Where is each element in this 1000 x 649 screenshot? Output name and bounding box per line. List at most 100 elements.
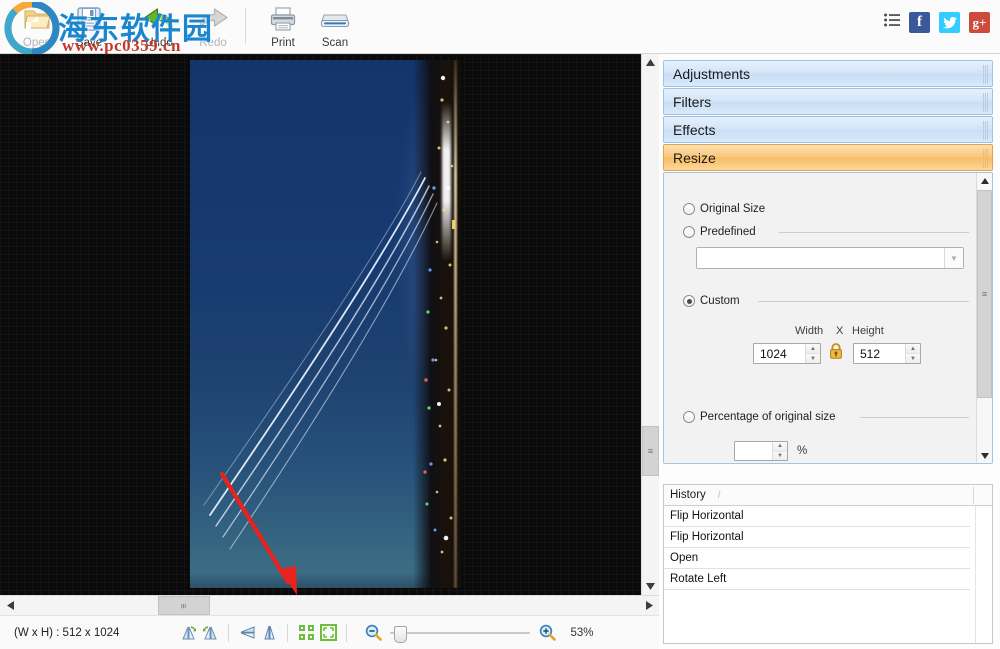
hscroll-grip-icon: ≡: [178, 602, 189, 609]
main-toolbar: Open Save Undo Redo Print Scan f g+ 海东软件…: [0, 0, 1000, 55]
percentage-input[interactable]: [735, 442, 772, 460]
x-separator-label: X: [836, 325, 844, 337]
custom-radio[interactable]: [683, 295, 695, 307]
predefined-option[interactable]: Predefined: [683, 226, 756, 238]
width-decrement-button[interactable]: ▼: [806, 354, 820, 363]
original-size-option[interactable]: Original Size: [683, 203, 765, 215]
image-editor-window: Open Save Undo Redo Print Scan f g+ 海东软件…: [0, 0, 1000, 649]
scanner-icon: [319, 2, 351, 36]
zoom-in-icon[interactable]: [536, 622, 558, 644]
folder-open-icon: [22, 2, 52, 36]
custom-option[interactable]: Custom: [683, 295, 740, 307]
redo-arrow-icon: [196, 2, 230, 36]
custom-label: Custom: [700, 295, 740, 307]
height-spinner[interactable]: ▲ ▼: [853, 343, 921, 364]
custom-group-rule: [758, 301, 969, 302]
save-button[interactable]: Save: [58, 2, 120, 52]
height-decrement-button[interactable]: ▼: [906, 354, 920, 363]
width-label: Width: [795, 325, 824, 337]
percentage-option[interactable]: Percentage of original size: [683, 411, 836, 423]
googleplus-icon[interactable]: g+: [969, 12, 990, 33]
zoom-slider-thumb[interactable]: [394, 625, 408, 643]
predefined-dropdown[interactable]: ▼: [696, 247, 964, 269]
image-canvas[interactable]: [0, 54, 641, 595]
history-column-divider: [973, 487, 974, 504]
flip-vertical-icon[interactable]: [236, 622, 258, 644]
zoom-slider[interactable]: [390, 625, 531, 643]
history-item[interactable]: Rotate Left: [664, 569, 970, 590]
scan-button[interactable]: Scan: [304, 2, 366, 52]
height-increment-button[interactable]: ▲: [906, 344, 920, 354]
history-item[interactable]: Open: [664, 548, 970, 569]
scroll-left-button[interactable]: [0, 596, 20, 615]
width-increment-button[interactable]: ▲: [806, 344, 820, 354]
width-input[interactable]: [754, 344, 805, 363]
height-input[interactable]: [854, 344, 905, 363]
panel-scroll-grip-icon: ≡: [981, 289, 988, 299]
history-list: Flip Horizontal Flip Horizontal Open Rot…: [664, 506, 970, 590]
predefined-radio[interactable]: [683, 226, 695, 238]
percentage-increment-button[interactable]: ▲: [773, 442, 787, 452]
history-header: History /: [664, 485, 992, 506]
fit-to-screen-icon[interactable]: [317, 622, 339, 644]
scroll-up-button[interactable]: [642, 54, 659, 71]
scroll-down-button[interactable]: [642, 578, 659, 595]
rotate-left-icon[interactable]: [199, 622, 221, 644]
history-item-label: Flip Horizontal: [670, 510, 744, 522]
padlock-locked-icon[interactable]: [829, 342, 843, 365]
percentage-spin-buttons[interactable]: ▲ ▼: [772, 442, 787, 460]
percentage-label: Percentage of original size: [700, 411, 836, 423]
scroll-right-button[interactable]: [639, 596, 659, 615]
percentage-radio[interactable]: [683, 411, 695, 423]
canvas-vertical-scrollbar[interactable]: ≡: [641, 54, 659, 595]
accordion-filters[interactable]: Filters: [663, 88, 993, 115]
history-vertical-scrollbar[interactable]: [975, 506, 992, 643]
panel-vertical-scrollbar[interactable]: ≡: [976, 173, 992, 463]
photo-night-city: [190, 60, 461, 588]
accordion-adjustments-label: Adjustments: [673, 65, 751, 82]
redo-button[interactable]: Redo: [182, 2, 244, 52]
panel-scroll-up-button[interactable]: [977, 173, 992, 188]
rotate-right-icon[interactable]: [177, 622, 199, 644]
accordion-resize-label: Resize: [673, 149, 716, 166]
list-menu-icon[interactable]: [884, 13, 900, 32]
undo-button[interactable]: Undo: [128, 2, 190, 52]
canvas-vscroll-thumb[interactable]: ≡: [642, 426, 659, 476]
flip-horizontal-icon[interactable]: [258, 622, 280, 644]
percentage-decrement-button[interactable]: ▼: [773, 451, 787, 460]
tile-view-icon[interactable]: [295, 622, 317, 644]
open-label: Open: [22, 37, 52, 49]
vscroll-grip-icon: ≡: [647, 446, 654, 456]
accordion-resize[interactable]: Resize: [663, 144, 993, 171]
tools-panel: Adjustments Filters Effects Resize Origi…: [663, 60, 993, 472]
height-spin-buttons[interactable]: ▲ ▼: [905, 344, 920, 363]
history-title: History: [670, 489, 706, 501]
panel-scroll-down-button[interactable]: [977, 448, 992, 463]
panel-scroll-thumb[interactable]: ≡: [977, 190, 992, 398]
percentage-spinner[interactable]: ▲ ▼: [734, 441, 788, 461]
zoom-level-label: 53%: [570, 626, 594, 639]
history-item[interactable]: Flip Horizontal: [664, 527, 970, 548]
canvas-horizontal-scrollbar[interactable]: ≡: [0, 595, 659, 615]
accordion-effects[interactable]: Effects: [663, 116, 993, 143]
canvas-hscroll-thumb[interactable]: ≡: [158, 596, 210, 615]
accordion-effects-label: Effects: [673, 121, 716, 138]
history-item[interactable]: Flip Horizontal: [664, 506, 970, 527]
original-size-radio[interactable]: [683, 203, 695, 215]
percent-sign-label: %: [797, 445, 808, 457]
history-separator: /: [717, 489, 721, 501]
width-spinner[interactable]: ▲ ▼: [753, 343, 821, 364]
width-spin-buttons[interactable]: ▲ ▼: [805, 344, 820, 363]
undo-label: Undo: [145, 37, 173, 49]
zoom-slider-track: [390, 631, 531, 634]
twitter-icon[interactable]: [939, 12, 960, 33]
printer-icon: [268, 2, 298, 36]
statusbar-divider-3: [346, 623, 348, 642]
print-label: Print: [271, 37, 295, 49]
accordion-adjustments[interactable]: Adjustments: [663, 60, 993, 87]
chevron-down-icon: ▼: [944, 248, 963, 268]
zoom-out-icon[interactable]: [362, 622, 384, 644]
statusbar-divider-1: [228, 623, 230, 642]
predefined-group-rule: [779, 232, 969, 233]
facebook-icon[interactable]: f: [909, 12, 930, 33]
